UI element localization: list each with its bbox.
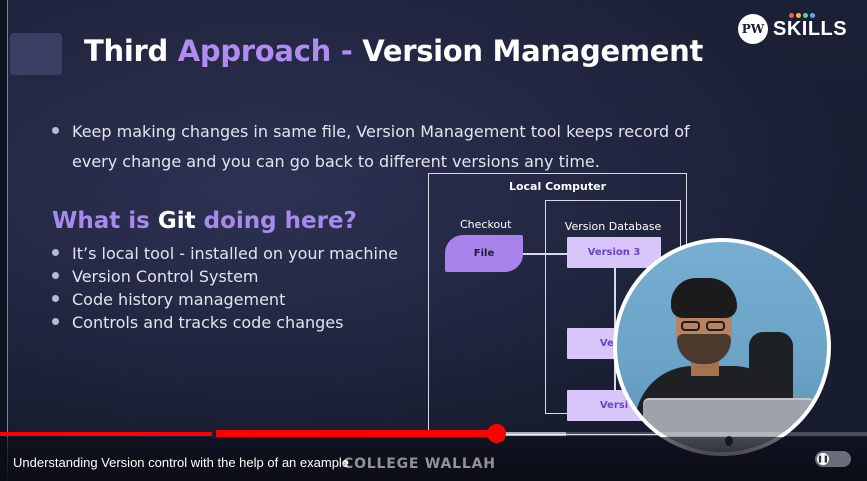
bullet-dot-icon bbox=[52, 249, 59, 256]
diagram-title: Local Computer bbox=[508, 180, 607, 193]
title-accent-block bbox=[10, 33, 62, 75]
college-wallah-watermark: COLLEGE WALLAH bbox=[343, 456, 496, 472]
subhead-part-2: Git bbox=[157, 208, 196, 234]
title-part-2: Approach - bbox=[177, 34, 353, 68]
presenter-webcam bbox=[613, 238, 831, 456]
video-frame[interactable]: Third Approach - Version Management PW S… bbox=[0, 0, 867, 481]
git-points-list: It’s local tool - installed on your mach… bbox=[52, 242, 398, 334]
bullet-dot-icon bbox=[52, 295, 59, 302]
version-box: Version 3 bbox=[567, 237, 661, 268]
pw-skills-logo: PW SKILLS bbox=[738, 14, 847, 44]
left-edge-line bbox=[7, 0, 8, 481]
file-box: File bbox=[445, 235, 523, 272]
pause-icon[interactable]: ❚❚ bbox=[817, 453, 829, 465]
chapter-divider bbox=[212, 429, 216, 438]
presenter-beard bbox=[677, 334, 731, 364]
bullet-dot-icon bbox=[52, 272, 59, 279]
glasses-icon bbox=[706, 321, 725, 331]
list-item: Controls and tracks code changes bbox=[52, 311, 398, 334]
list-item: Version Control System bbox=[52, 265, 398, 288]
subheading: What is Git doing here? bbox=[52, 208, 357, 234]
progress-played-chapter-1 bbox=[0, 432, 212, 436]
main-bullet: Keep making changes in same file, Versio… bbox=[52, 117, 752, 177]
bullet-dot-icon bbox=[52, 127, 59, 134]
pw-logo-icon: PW bbox=[738, 14, 768, 44]
checkout-label: Checkout bbox=[460, 218, 512, 231]
progress-played-chapter-2 bbox=[216, 430, 497, 437]
glasses-icon bbox=[681, 321, 700, 331]
title-part-1: Third bbox=[84, 34, 168, 68]
progress-scrubber[interactable] bbox=[486, 424, 506, 443]
slide-title: Third Approach - Version Management bbox=[84, 34, 703, 68]
logo-text: SKILLS bbox=[773, 17, 848, 40]
progress-buffered bbox=[496, 432, 567, 436]
version-link bbox=[614, 268, 616, 328]
presenter-hair bbox=[671, 278, 737, 318]
version-database-label: Version Database bbox=[564, 220, 662, 233]
title-part-3: Version Management bbox=[362, 34, 704, 68]
bullet-dot-icon bbox=[52, 318, 59, 325]
list-item: Code history management bbox=[52, 288, 398, 311]
list-item: It’s local tool - installed on your mach… bbox=[52, 242, 398, 265]
subhead-part-3: doing here? bbox=[203, 208, 357, 234]
chapter-title-link[interactable]: Understanding Version control with the h… bbox=[13, 455, 349, 470]
main-bullet-line-1: Keep making changes in same file, Versio… bbox=[72, 122, 690, 141]
logo-dots-icon bbox=[789, 13, 815, 18]
subhead-part-1: What is bbox=[52, 208, 150, 234]
